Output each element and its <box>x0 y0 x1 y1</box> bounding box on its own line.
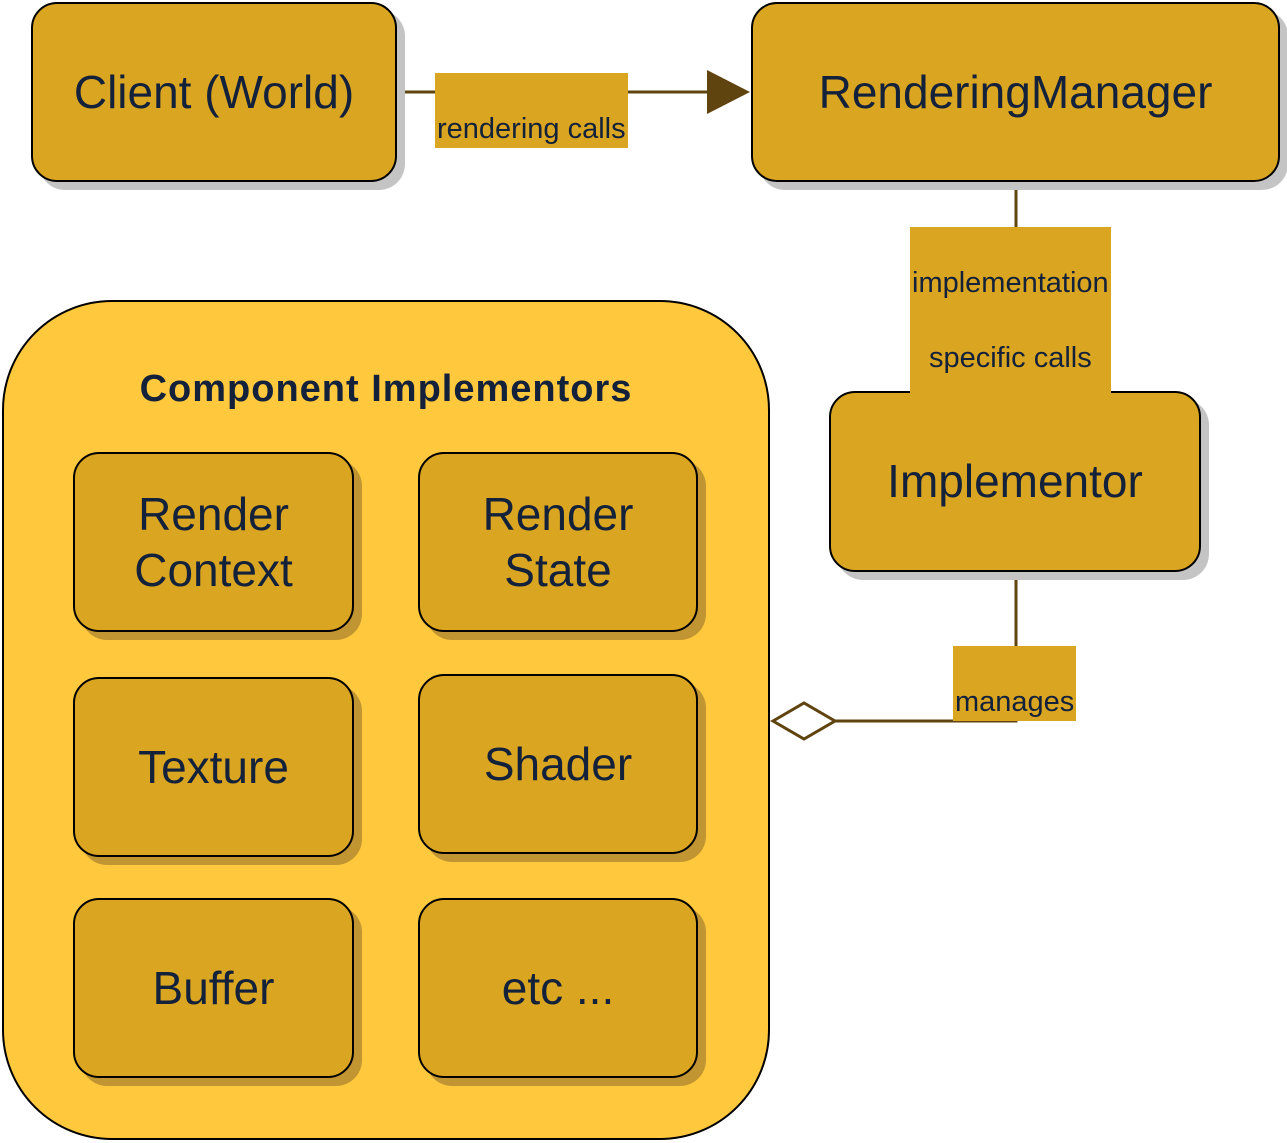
shader-node[interactable]: Shader <box>418 674 698 854</box>
group-title: Component Implementors <box>139 368 633 410</box>
client-world-label: Client (World) <box>73 65 355 118</box>
render-state-node[interactable]: Render State <box>418 452 698 632</box>
rendering-manager-label: RenderingManager <box>818 65 1213 118</box>
aggregation-diamond-icon <box>770 701 838 741</box>
arrowhead-icon <box>707 70 750 114</box>
client-world-node[interactable]: Client (World) <box>31 2 397 182</box>
texture-node[interactable]: Texture <box>73 677 354 857</box>
etc-node[interactable]: etc ... <box>418 898 698 1078</box>
edge-label-manages: manages <box>953 646 1077 722</box>
implementor-label: Implementor <box>887 455 1143 508</box>
buffer-node[interactable]: Buffer <box>73 898 354 1078</box>
rendering-manager-node[interactable]: RenderingManager <box>751 2 1280 182</box>
implementor-node[interactable]: Implementor <box>829 391 1201 572</box>
edge-label-implementation-specific-calls: implementation specific calls <box>910 227 1111 416</box>
render-context-node[interactable]: Render Context <box>73 452 354 632</box>
edge-label-rendering-calls: rendering calls <box>435 73 628 149</box>
